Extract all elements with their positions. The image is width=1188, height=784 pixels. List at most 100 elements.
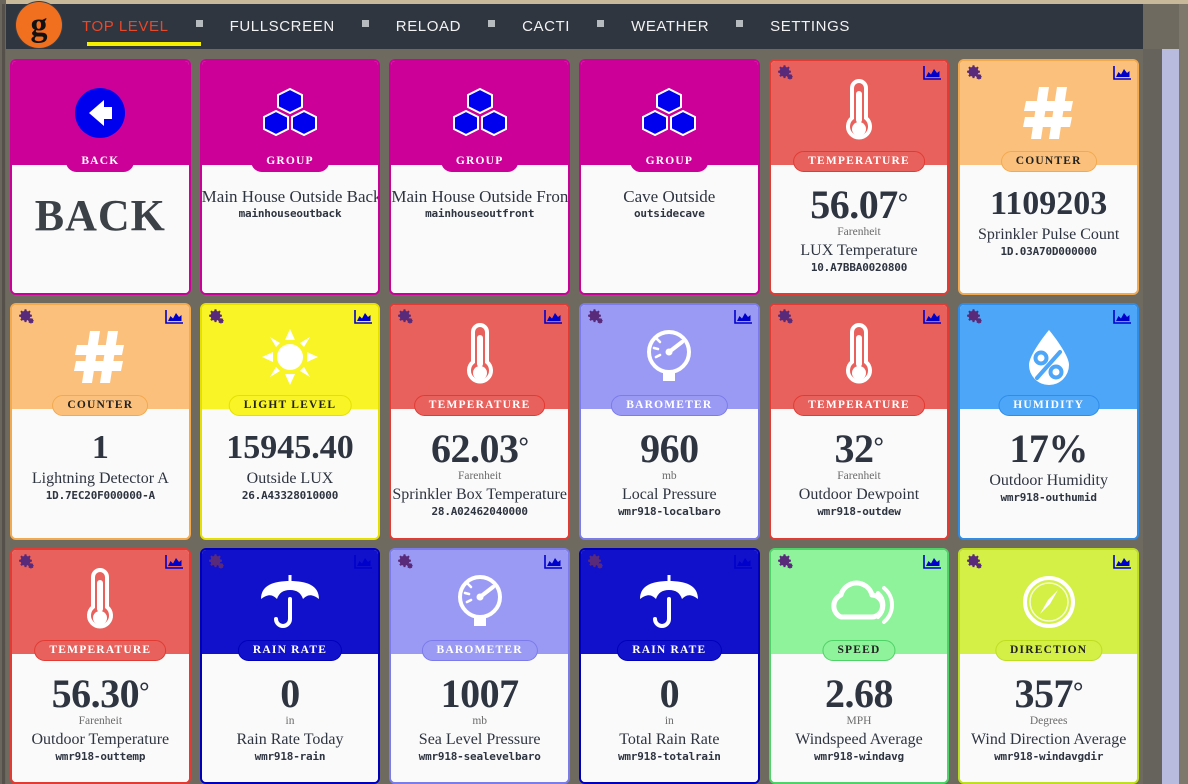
chart-icon[interactable] <box>164 554 184 570</box>
chart-icon[interactable] <box>1112 309 1132 325</box>
dashboard-card[interactable]: RAIN RATE 0 in Rain Rate Today wmr918-rain <box>199 547 381 784</box>
dashboard-card[interactable]: BAROMETER 960 mb Local Pressure wmr918-local… <box>579 303 760 540</box>
card-label: Outdoor Dewpoint <box>798 486 920 504</box>
dashboard-card[interactable]: DIRECTION 357° Degrees Wind Direction Avera… <box>958 547 1139 784</box>
dashboard-card[interactable]: TEMPERATURE 56.07° Farenheit LUX Temperatur… <box>768 59 950 296</box>
nav-item-reload[interactable]: RELOAD <box>396 18 461 35</box>
gear-icon[interactable] <box>396 308 416 328</box>
card-value: 960 <box>640 426 699 472</box>
dashboard-card[interactable]: COUNTER 1109203 Sprinkler Pulse Count 1D.03… <box>958 59 1139 296</box>
gear-icon[interactable] <box>17 308 37 328</box>
chart-icon[interactable] <box>543 554 563 570</box>
nav-item-top-level[interactable]: TOP LEVEL <box>82 18 169 35</box>
gauge-icon <box>455 573 505 631</box>
card-sublabel: wmr918-outdew <box>817 505 901 519</box>
dashboard-card[interactable]: SPEED 2.68 MPH Windspeed Average wmr918-wind… <box>768 547 950 784</box>
thermometer-icon <box>841 77 877 149</box>
dashboard-card[interactable]: GROUP Main House Outside Back mainhouseout… <box>199 59 381 296</box>
arrow-left-circle-icon <box>74 87 126 139</box>
card-label: Main House Outside Front <box>391 187 568 206</box>
dashboard-card[interactable]: LIGHT LEVEL 15945.40 Outside LUX 26.A433280… <box>199 303 381 540</box>
card-icon-area <box>391 549 568 654</box>
chart-icon[interactable] <box>1112 554 1132 570</box>
dashboard-card[interactable]: TEMPERATURE 62.03° Farenheit Sprinkler Box … <box>389 303 570 540</box>
dashboard-card[interactable]: COUNTER 1 Lightning Detector A 1D.7EC20F000… <box>10 303 191 540</box>
card-type-badge: TEMPERATURE <box>793 151 925 172</box>
card-label: Lightning Detector A <box>31 470 169 488</box>
gear-icon[interactable] <box>17 553 37 573</box>
card-type-badge: BAROMETER <box>611 395 728 417</box>
card-icon-area <box>12 305 189 410</box>
card-body: BAROMETER 960 mb Local Pressure wmr918-local… <box>581 395 758 538</box>
card-sublabel: 1D.03A70D000000 <box>1000 245 1097 258</box>
card-body: TEMPERATURE 32° Farenheit Outdoor Dewpoint w… <box>770 395 948 538</box>
card-unit: in <box>285 714 295 727</box>
chart-icon[interactable] <box>353 309 373 325</box>
dashboard-card[interactable]: TEMPERATURE 56.30° Farenheit Outdoor Temper… <box>10 547 191 784</box>
card-value: 62.03° <box>430 426 529 472</box>
card-icon-area <box>201 61 379 165</box>
gear-icon[interactable] <box>586 553 606 573</box>
gear-icon[interactable] <box>776 308 796 328</box>
thermometer-icon <box>82 566 118 638</box>
chart-icon[interactable] <box>922 309 942 325</box>
card-body: TEMPERATURE 62.03° Farenheit Sprinkler Box … <box>391 395 568 538</box>
card-value: 2.68 <box>824 670 893 716</box>
scrollbar-thumb[interactable] <box>1162 49 1179 784</box>
cubes-icon <box>261 87 319 139</box>
dashboard-card[interactable]: BAROMETER 1007 mb Sea Level Pressure wmr918-… <box>389 547 570 784</box>
card-type-badge: COUNTER <box>52 395 149 417</box>
card-unit: Farenheit <box>457 470 502 483</box>
dashboard-grid: BACK BACK GROUP Main House Outside Back mai… <box>6 55 1143 784</box>
app-logo[interactable]: g <box>16 2 62 48</box>
card-label: Cave Outside <box>623 187 716 206</box>
chart-icon[interactable] <box>543 309 563 325</box>
chart-icon[interactable] <box>733 309 753 325</box>
chart-icon[interactable] <box>353 554 373 570</box>
dashboard-card[interactable]: TEMPERATURE 32° Farenheit Outdoor Dewpoint w… <box>768 303 950 540</box>
card-type-badge: COUNTER <box>1000 151 1097 172</box>
chart-icon[interactable] <box>164 309 184 325</box>
card-value: 1 <box>91 429 109 467</box>
nav-item-settings[interactable]: SETTINGS <box>770 18 850 35</box>
card-body: GROUP Main House Outside Front mainhouseou… <box>391 151 568 294</box>
card-value: 1109203 <box>990 185 1108 222</box>
dashboard-card[interactable]: RAIN RATE 0 in Total Rain Rate wmr918-totalr… <box>579 547 760 784</box>
dashboard-card[interactable]: GROUP Cave Outside outsidecave <box>579 59 760 296</box>
chart-icon[interactable] <box>922 554 942 570</box>
gear-icon[interactable] <box>965 308 985 328</box>
active-tab-underline <box>87 42 201 46</box>
umbrella-icon <box>259 573 321 631</box>
dashboard-card[interactable]: GROUP Main House Outside Front mainhouseou… <box>389 59 570 296</box>
dashboard-card[interactable]: HUMIDITY 17% Outdoor Humidity wmr918-outhum… <box>958 303 1139 540</box>
gear-icon[interactable] <box>207 553 227 573</box>
chart-icon[interactable] <box>922 65 942 81</box>
card-body: COUNTER 1 Lightning Detector A 1D.7EC20F000… <box>12 395 189 538</box>
gear-icon[interactable] <box>776 64 796 84</box>
card-sublabel: 28.A02462040000 <box>431 505 528 519</box>
card-unit: mb <box>661 470 677 483</box>
nav-separator <box>709 4 770 49</box>
card-label: Outdoor Humidity <box>989 472 1108 490</box>
card-body: RAIN RATE 0 in Total Rain Rate wmr918-totalr… <box>581 639 758 782</box>
nav-item-cacti[interactable]: CACTI <box>522 18 570 35</box>
nav-item-fullscreen[interactable]: FULLSCREEN <box>230 18 335 35</box>
gear-icon[interactable] <box>586 308 606 328</box>
chart-icon[interactable] <box>1112 65 1132 81</box>
chart-icon[interactable] <box>733 554 753 570</box>
gear-icon[interactable] <box>396 553 416 573</box>
gear-icon[interactable] <box>776 553 796 573</box>
card-value: 0 <box>280 670 300 716</box>
gear-icon[interactable] <box>207 308 227 328</box>
nav-separator <box>461 4 522 49</box>
card-icon-area <box>770 61 948 165</box>
gear-icon[interactable] <box>965 64 985 84</box>
card-icon-area <box>960 61 1137 165</box>
gear-icon[interactable] <box>965 553 985 573</box>
dashboard-card[interactable]: BACK BACK <box>10 59 191 296</box>
wind-cloud-icon <box>825 577 895 627</box>
card-icon-area <box>201 305 379 410</box>
nav-item-weather[interactable]: WEATHER <box>631 18 709 35</box>
card-sublabel: 1D.7EC20F000000-A <box>45 489 155 503</box>
card-label: Rain Rate Today <box>236 730 344 748</box>
